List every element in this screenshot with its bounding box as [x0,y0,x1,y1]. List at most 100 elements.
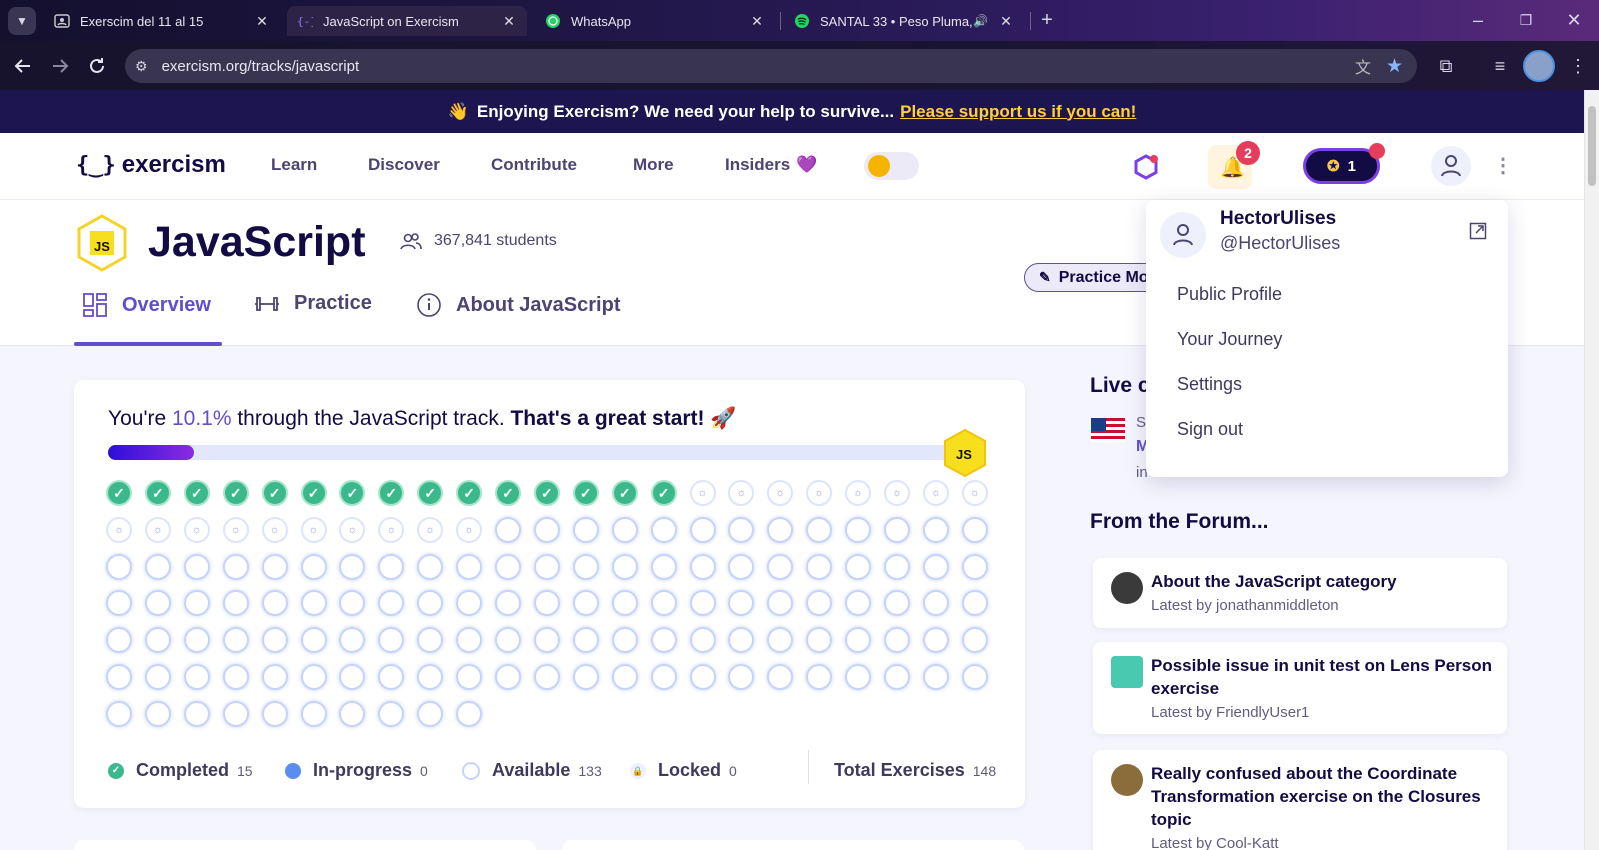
exercise-available[interactable] [378,627,405,654]
exercise-available[interactable] [300,700,327,727]
exercise-available[interactable] [961,590,988,617]
exercise-available[interactable] [922,590,949,617]
nav-insiders[interactable]: Insiders 💜 [725,155,817,175]
exercise-available[interactable] [572,553,599,580]
close-icon[interactable]: ✕ [254,13,270,30]
exercise-available[interactable] [183,664,210,690]
exercise-available[interactable] [611,627,638,654]
exercise-available[interactable] [806,627,833,654]
exercise-available[interactable] [689,516,716,543]
exercise-available[interactable] [611,664,638,690]
tab-spotify[interactable]: SANTAL 33 • Peso Pluma, C 🔊 ✕ [784,6,1024,36]
exercise-available[interactable] [806,553,833,580]
exercise-available[interactable] [961,627,988,654]
exercise-available[interactable] [378,700,405,727]
exercise-available[interactable] [339,553,366,580]
exercise-available[interactable] [378,590,405,617]
exercise-available[interactable] [378,553,405,580]
exercise-available[interactable] [767,627,794,654]
exercise-available[interactable] [222,664,249,690]
tab-overview[interactable]: Overview [82,292,211,318]
exercise-unlocked[interactable]: ☼ [806,480,833,506]
exercise-available[interactable] [689,590,716,617]
exercise-unlocked[interactable]: ☼ [339,516,366,543]
more-options-button[interactable]: ⋮ [1493,153,1513,178]
exercise-unlocked[interactable]: ☼ [689,480,716,506]
exercise-available[interactable] [572,664,599,690]
exercise-available[interactable] [261,627,288,654]
exercise-available[interactable] [300,553,327,580]
exercise-available[interactable] [767,590,794,617]
notifications-button[interactable]: 🔔 2 [1208,141,1260,189]
exercise-available[interactable] [767,553,794,580]
exercise-available[interactable] [689,664,716,690]
exercise-available[interactable] [222,627,249,654]
nav-contribute[interactable]: Contribute [491,155,577,175]
extensions-button[interactable]: ⧉ [1434,54,1458,78]
exercise-available[interactable] [533,553,560,580]
exercise-available[interactable] [106,590,132,617]
exercise-available[interactable] [495,627,521,654]
exercise-available[interactable] [339,627,366,654]
menu-sign-out[interactable]: Sign out [1177,419,1243,440]
forum-post[interactable]: About the JavaScript category Latest by j… [1093,558,1507,628]
exercise-available[interactable] [845,664,872,690]
exercise-available[interactable] [650,590,677,617]
exercise-available[interactable] [183,627,210,654]
tab-exercism[interactable]: {-} JavaScript on Exercism ✕ [287,6,527,36]
exercism-logo[interactable]: {‿} exercism [76,151,226,179]
exercise-unlocked[interactable]: ☼ [222,516,249,543]
forum-post[interactable]: Really confused about the Coordinate Tra… [1093,750,1507,850]
exercise-completed[interactable]: ✓ [144,480,171,506]
exercise-available[interactable] [495,553,521,580]
exercise-available[interactable] [884,664,910,690]
exercise-available[interactable] [845,590,872,617]
exercise-unlocked[interactable]: ☼ [378,516,405,543]
exercise-available[interactable] [261,553,288,580]
exercise-available[interactable] [222,553,249,580]
exercise-available[interactable] [144,700,171,727]
exercise-available[interactable] [417,627,444,654]
exercise-available[interactable] [922,516,949,543]
minimize-button[interactable]: – [1466,8,1490,32]
restore-button[interactable]: ❐ [1514,8,1538,32]
exercise-available[interactable] [106,553,132,580]
user-avatar-button[interactable] [1431,146,1471,186]
menu-public-profile[interactable]: Public Profile [1177,284,1282,305]
exercise-available[interactable] [417,700,444,727]
exercise-unlocked[interactable]: ☼ [300,516,327,543]
menu-your-journey[interactable]: Your Journey [1177,329,1282,350]
exercise-available[interactable] [572,516,599,543]
exercise-available[interactable] [611,553,638,580]
site-settings-icon[interactable]: ⚙ [135,58,148,75]
exercise-unlocked[interactable]: ☼ [767,480,794,506]
exercise-available[interactable] [689,553,716,580]
tab-practice[interactable]: Practice [254,292,372,315]
exercise-available[interactable] [300,590,327,617]
exercise-available[interactable] [845,627,872,654]
translate-icon[interactable]: 文 [1355,54,1371,78]
exercise-unlocked[interactable]: ☼ [106,516,132,543]
exercise-unlocked[interactable]: ☼ [261,516,288,543]
exercise-unlocked[interactable]: ☼ [884,480,910,506]
exercise-completed[interactable]: ✓ [650,480,677,506]
exercise-unlocked[interactable]: ☼ [961,480,988,506]
tab-search-button[interactable]: ▼ [8,7,36,35]
exercise-available[interactable] [456,553,483,580]
url-text[interactable]: exercism.org/tracks/javascript [162,58,360,75]
exercise-completed[interactable]: ✓ [300,480,327,506]
exercise-unlocked[interactable]: ☼ [456,516,483,543]
close-window-button[interactable]: ✕ [1562,8,1586,32]
exercise-available[interactable] [300,627,327,654]
exercise-available[interactable] [144,553,171,580]
exercise-available[interactable] [689,627,716,654]
exercise-unlocked[interactable]: ☼ [922,480,949,506]
media-button[interactable]: ≡ [1488,54,1512,78]
forum-post[interactable]: Possible issue in unit test on Lens Pers… [1093,642,1507,734]
exercise-available[interactable] [650,664,677,690]
exercise-available[interactable] [456,590,483,617]
exercise-available[interactable] [106,700,132,727]
exercise-available[interactable] [922,627,949,654]
page-scrollbar[interactable] [1584,90,1599,850]
exercise-available[interactable] [533,664,560,690]
